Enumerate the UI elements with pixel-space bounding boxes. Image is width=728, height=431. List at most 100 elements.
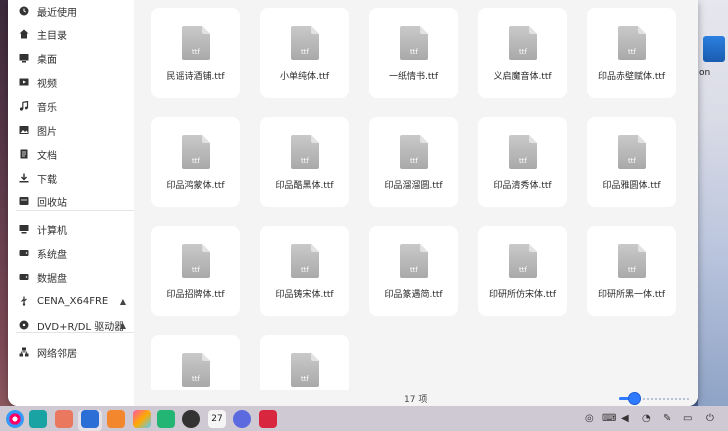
ttf-file-icon: ttf <box>618 26 646 60</box>
sidebar-item[interactable]: 主目录 <box>8 23 134 45</box>
file-name: 印品招牌体.ttf <box>166 290 225 300</box>
pen-icon[interactable]: ✎ <box>663 413 671 424</box>
ttf-file-icon: ttf <box>400 26 428 60</box>
sidebar-item-label: 桌面 <box>37 54 57 66</box>
ttf-file-icon: ttf <box>291 244 319 278</box>
sidebar-item[interactable]: 桌面 <box>8 47 134 69</box>
eject-icon[interactable]: ▲ <box>120 297 126 306</box>
file-item[interactable]: ttf 印品篆遇简.ttf <box>369 226 458 316</box>
ttf-file-icon: ttf <box>509 135 537 169</box>
file-item[interactable]: ttf 印品赤壁赋体.ttf <box>587 8 676 98</box>
file-name: 印品清秀体.ttf <box>493 181 552 191</box>
file-ext-label: ttf <box>301 157 309 165</box>
sidebar-item[interactable]: 最近使用 <box>8 0 134 22</box>
file-ext-label: ttf <box>192 266 200 274</box>
file-item[interactable]: ttf 印品招牌体.ttf <box>151 226 240 316</box>
calendar-icon[interactable]: 27 <box>208 410 226 428</box>
desktop-icon-label: on <box>699 68 711 78</box>
file-item[interactable]: ttf 印研所仿宋体.ttf <box>478 226 567 316</box>
sidebar-item[interactable]: 回收站 <box>8 190 134 212</box>
app-store-icon[interactable] <box>55 410 73 428</box>
ttf-file-icon: ttf <box>182 244 210 278</box>
disc-icon <box>19 320 29 330</box>
file-ext-label: ttf <box>410 266 418 274</box>
clock-icon <box>19 6 29 16</box>
disk-icon <box>19 250 29 256</box>
file-name: 印品篆遇简.ttf <box>384 290 443 300</box>
settings-icon[interactable] <box>233 410 251 428</box>
file-grid: ttf 民谣诗酒铺.ttf ttf 小单纯体.ttf ttf 一纸情书.ttf ttf 义启魔… <box>134 0 698 406</box>
video-player-icon[interactable] <box>182 410 200 428</box>
store-icon[interactable] <box>107 410 125 428</box>
sidebar-item[interactable]: 视频 <box>8 71 134 93</box>
sidebar: 最近使用 主目录桌面视频 音乐 图片文档下载 回收站计算机系统盘数据盘 CENA_X64F… <box>8 0 134 406</box>
photos-icon[interactable] <box>133 410 151 428</box>
launcher-icon[interactable] <box>6 410 24 428</box>
file-item[interactable]: ttf 印品雅圆体.ttf <box>587 117 676 207</box>
file-item[interactable]: ttf 义启魔音体.ttf <box>478 8 567 98</box>
file-item[interactable]: ttf 小单纯体.ttf <box>260 8 349 98</box>
desktop-file-icon[interactable] <box>703 36 725 62</box>
status-bar: 17 项 <box>134 390 698 406</box>
sidebar-item-label: DVD+R/DL 驱动器 <box>37 321 125 333</box>
battery-icon[interactable]: ▭ <box>683 413 692 424</box>
file-ext-label: ttf <box>301 48 309 56</box>
sidebar-item[interactable]: CENA_X64FRE ▲ <box>8 290 134 312</box>
music-icon[interactable] <box>157 410 175 428</box>
file-ext-label: ttf <box>410 157 418 165</box>
file-ext-label: ttf <box>301 375 309 383</box>
file-ext-label: ttf <box>192 157 200 165</box>
music-icon <box>19 101 29 111</box>
sidebar-item[interactable]: 文档 <box>8 143 134 165</box>
file-item[interactable]: ttf 印研所黑一体.ttf <box>587 226 676 316</box>
sidebar-divider <box>16 210 134 211</box>
disk-icon <box>19 274 29 280</box>
ttf-file-icon: ttf <box>618 244 646 278</box>
file-item[interactable]: ttf 印品清秀体.ttf <box>478 117 567 207</box>
ttf-file-icon: ttf <box>182 26 210 60</box>
sidebar-item-label: 系统盘 <box>37 249 67 261</box>
sidebar-item-label: 文档 <box>37 150 57 162</box>
file-ext-label: ttf <box>519 266 527 274</box>
file-item[interactable]: ttf 民谣诗酒铺.ttf <box>151 8 240 98</box>
computer-icon <box>19 225 29 234</box>
home-icon <box>19 29 29 39</box>
ttf-file-icon: ttf <box>291 135 319 169</box>
sidebar-item[interactable]: 计算机 <box>8 218 134 240</box>
file-name: 一纸情书.ttf <box>388 72 439 82</box>
sidebar-item[interactable]: 系统盘 <box>8 242 134 264</box>
ttf-file-icon: ttf <box>182 353 210 387</box>
sidebar-item[interactable]: 图片 <box>8 119 134 141</box>
file-manager-icon[interactable] <box>81 410 99 428</box>
sidebar-item[interactable]: 音乐 <box>8 95 134 117</box>
power-icon[interactable]: ⏻ <box>706 413 714 424</box>
file-name: 民谣诗酒铺.ttf <box>166 72 225 82</box>
document-icon <box>20 149 28 159</box>
ttf-file-icon: ttf <box>618 135 646 169</box>
file-name: 印品鸿蒙体.ttf <box>166 181 225 191</box>
file-item[interactable]: ttf 印品铸宋体.ttf <box>260 226 349 316</box>
sidebar-item[interactable]: 网络邻居 <box>8 341 134 363</box>
file-item[interactable]: ttf 印品鸿蒙体.ttf <box>151 117 240 207</box>
zoom-slider-handle[interactable] <box>629 393 640 404</box>
file-name: 义启魔音体.ttf <box>493 72 552 82</box>
file-ext-label: ttf <box>519 48 527 56</box>
volume-icon[interactable]: ◀ <box>621 413 629 424</box>
usb-icon <box>21 296 27 306</box>
notification-icon[interactable]: ◎ <box>585 413 594 424</box>
ttf-file-icon: ttf <box>400 244 428 278</box>
eject-icon[interactable]: ▲ <box>120 321 126 330</box>
ttf-file-icon: ttf <box>182 135 210 169</box>
file-name: 印品酷黑体.ttf <box>275 181 334 191</box>
wifi-icon[interactable]: ◔ <box>642 413 651 424</box>
file-ext-label: ttf <box>628 157 636 165</box>
sidebar-item[interactable]: 数据盘 <box>8 266 134 288</box>
terminal-icon[interactable] <box>259 410 277 428</box>
file-item[interactable]: ttf 一纸情书.ttf <box>369 8 458 98</box>
keyboard-icon[interactable]: ⌨ <box>602 413 616 424</box>
file-item[interactable]: ttf 印品溜溜圆.ttf <box>369 117 458 207</box>
file-item[interactable]: ttf 印品酷黑体.ttf <box>260 117 349 207</box>
file-ext-label: ttf <box>410 48 418 56</box>
sidebar-item[interactable]: 下载 <box>8 167 134 189</box>
multitask-icon[interactable] <box>29 410 47 428</box>
